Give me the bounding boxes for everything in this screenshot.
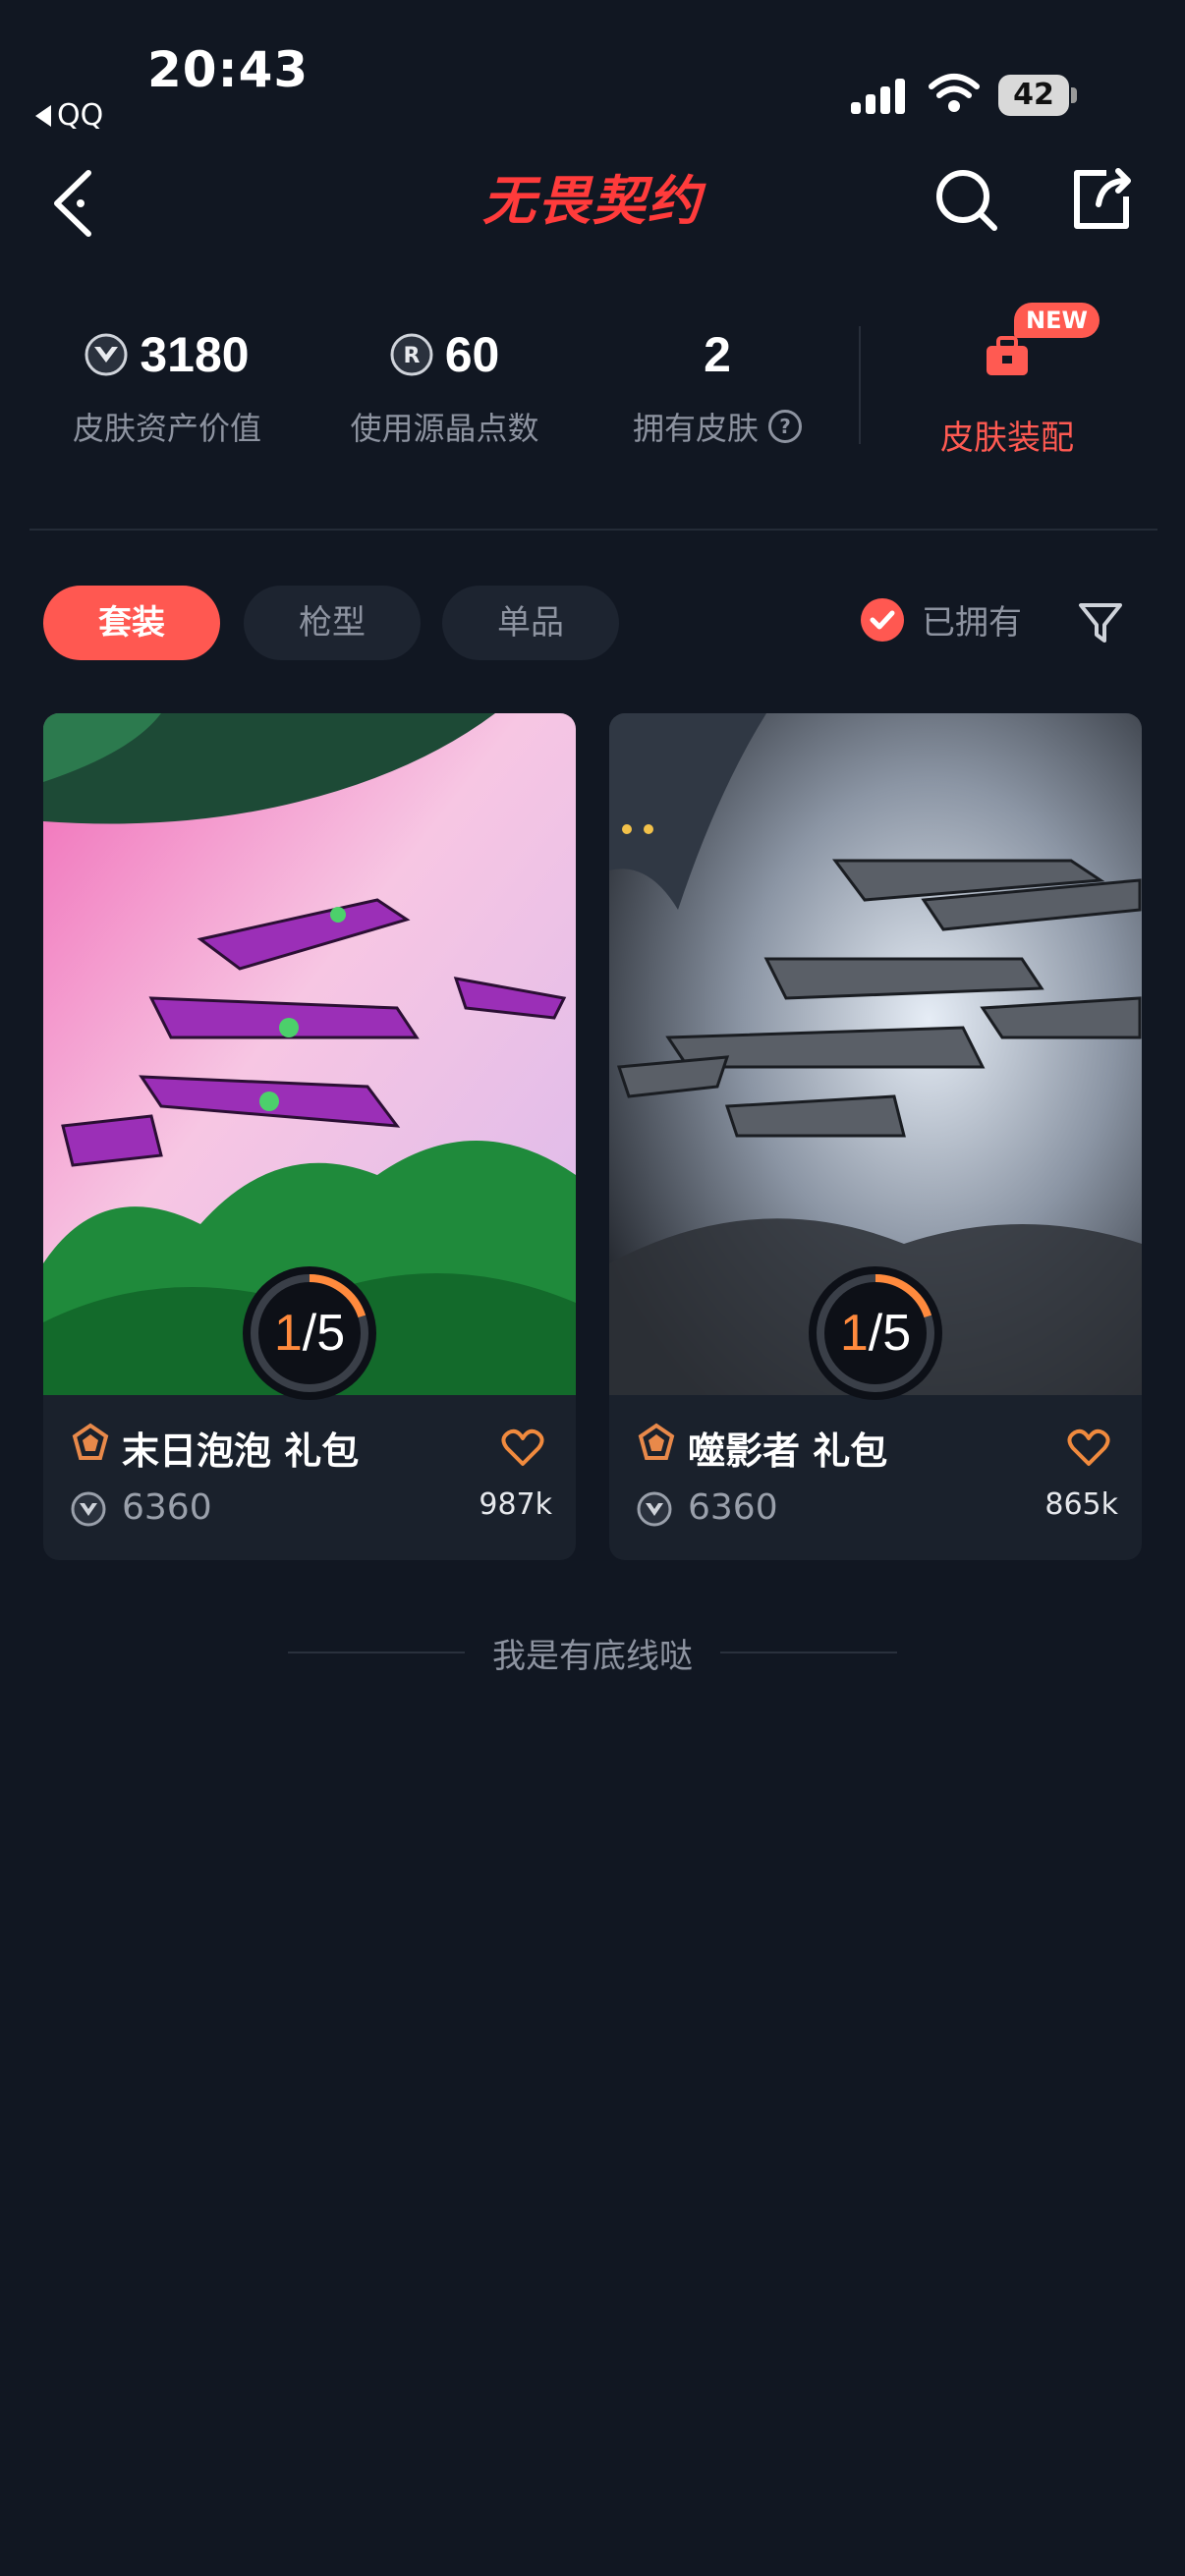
heart-icon[interactable] <box>501 1428 544 1468</box>
stat-skin-value: 3180 皮肤资产价值 <box>59 319 275 467</box>
share-icon[interactable] <box>1067 165 1136 234</box>
bundle-price: 6360 <box>122 1487 212 1528</box>
tab-bundles[interactable]: 套装 <box>43 586 220 660</box>
stats-divider <box>859 326 861 444</box>
progress-total: 5 <box>882 1305 912 1362</box>
tier-badge-icon <box>638 1423 675 1460</box>
progress-owned: 1 <box>839 1305 869 1362</box>
cellular-signal-icon <box>851 79 905 114</box>
tab-single-items[interactable]: 单品 <box>442 586 619 660</box>
section-divider <box>29 529 1157 531</box>
bundle-card[interactable]: 1/5 噬影者 礼包 6360 865k <box>609 713 1142 1560</box>
checkbox-checked-icon[interactable] <box>861 597 904 642</box>
radianite-icon: R <box>390 333 433 376</box>
bundle-title: 末日泡泡 礼包 <box>122 1429 360 1473</box>
back-arrow-icon[interactable] <box>45 167 104 240</box>
heart-icon[interactable] <box>1067 1428 1110 1468</box>
progress-owned: 1 <box>273 1305 303 1362</box>
stat-label: 使用源晶点数 <box>350 410 539 447</box>
search-icon[interactable] <box>933 167 1000 234</box>
owned-label: 已拥有 <box>922 603 1022 643</box>
battery-level: 42 <box>998 75 1069 116</box>
valorant-logo: 无畏契约 <box>470 167 715 236</box>
battery-nub <box>1071 87 1077 103</box>
wifi-icon <box>929 74 980 112</box>
footer-line-left <box>288 1652 465 1653</box>
filter-icon[interactable] <box>1077 599 1124 646</box>
footer-text: 我是有底线哒 <box>492 1636 693 1676</box>
skin-equip-label: 皮肤装配 <box>940 419 1074 458</box>
back-app-label: QQ <box>57 98 104 133</box>
status-time: 20:43 <box>147 41 310 98</box>
bundle-price: 6360 <box>688 1487 778 1528</box>
stat-value: 2 <box>704 327 731 382</box>
stat-value: 60 <box>444 327 500 382</box>
footer-line-right <box>720 1652 897 1653</box>
progress-text: 1/5 <box>240 1263 379 1403</box>
new-badge: NEW <box>1014 303 1100 338</box>
stat-radianite: R 60 使用源晶点数 <box>339 319 550 467</box>
stat-value: 3180 <box>140 327 250 382</box>
stat-label: 皮肤资产价值 <box>72 410 261 447</box>
tab-weapon-type[interactable]: 枪型 <box>244 586 421 660</box>
logo-text: 无畏契约 <box>482 170 703 232</box>
progress-total: 5 <box>316 1305 346 1362</box>
valorant-points-icon <box>637 1491 672 1527</box>
progress-separator: / <box>302 1305 317 1362</box>
skin-equip-button[interactable]: NEW 皮肤装配 <box>914 295 1100 462</box>
likes-count: 865k <box>1044 1487 1118 1522</box>
toolbox-icon <box>987 336 1028 375</box>
progress-text: 1/5 <box>806 1263 945 1403</box>
battery-indicator: 42 <box>998 75 1077 116</box>
stat-label: 拥有皮肤 <box>632 410 759 447</box>
end-of-list-footer: 我是有底线哒 <box>0 1625 1185 1680</box>
progress-separator: / <box>868 1305 883 1362</box>
back-to-app-link[interactable]: QQ <box>35 98 103 133</box>
bundle-card[interactable]: 1/5 末日泡泡 礼包 6360 987k <box>43 713 576 1560</box>
valorant-points-icon <box>85 333 128 376</box>
bundle-title: 噬影者 礼包 <box>688 1429 888 1473</box>
back-triangle-icon <box>35 104 51 127</box>
svg-text:R: R <box>403 344 420 368</box>
valorant-points-icon <box>71 1491 106 1527</box>
likes-count: 987k <box>479 1487 552 1522</box>
stat-owned-skins: 2 拥有皮肤 ? <box>629 319 806 467</box>
owned-toggle[interactable]: 已拥有 <box>861 595 1022 644</box>
tier-badge-icon <box>72 1423 109 1460</box>
help-icon[interactable]: ? <box>768 410 802 443</box>
